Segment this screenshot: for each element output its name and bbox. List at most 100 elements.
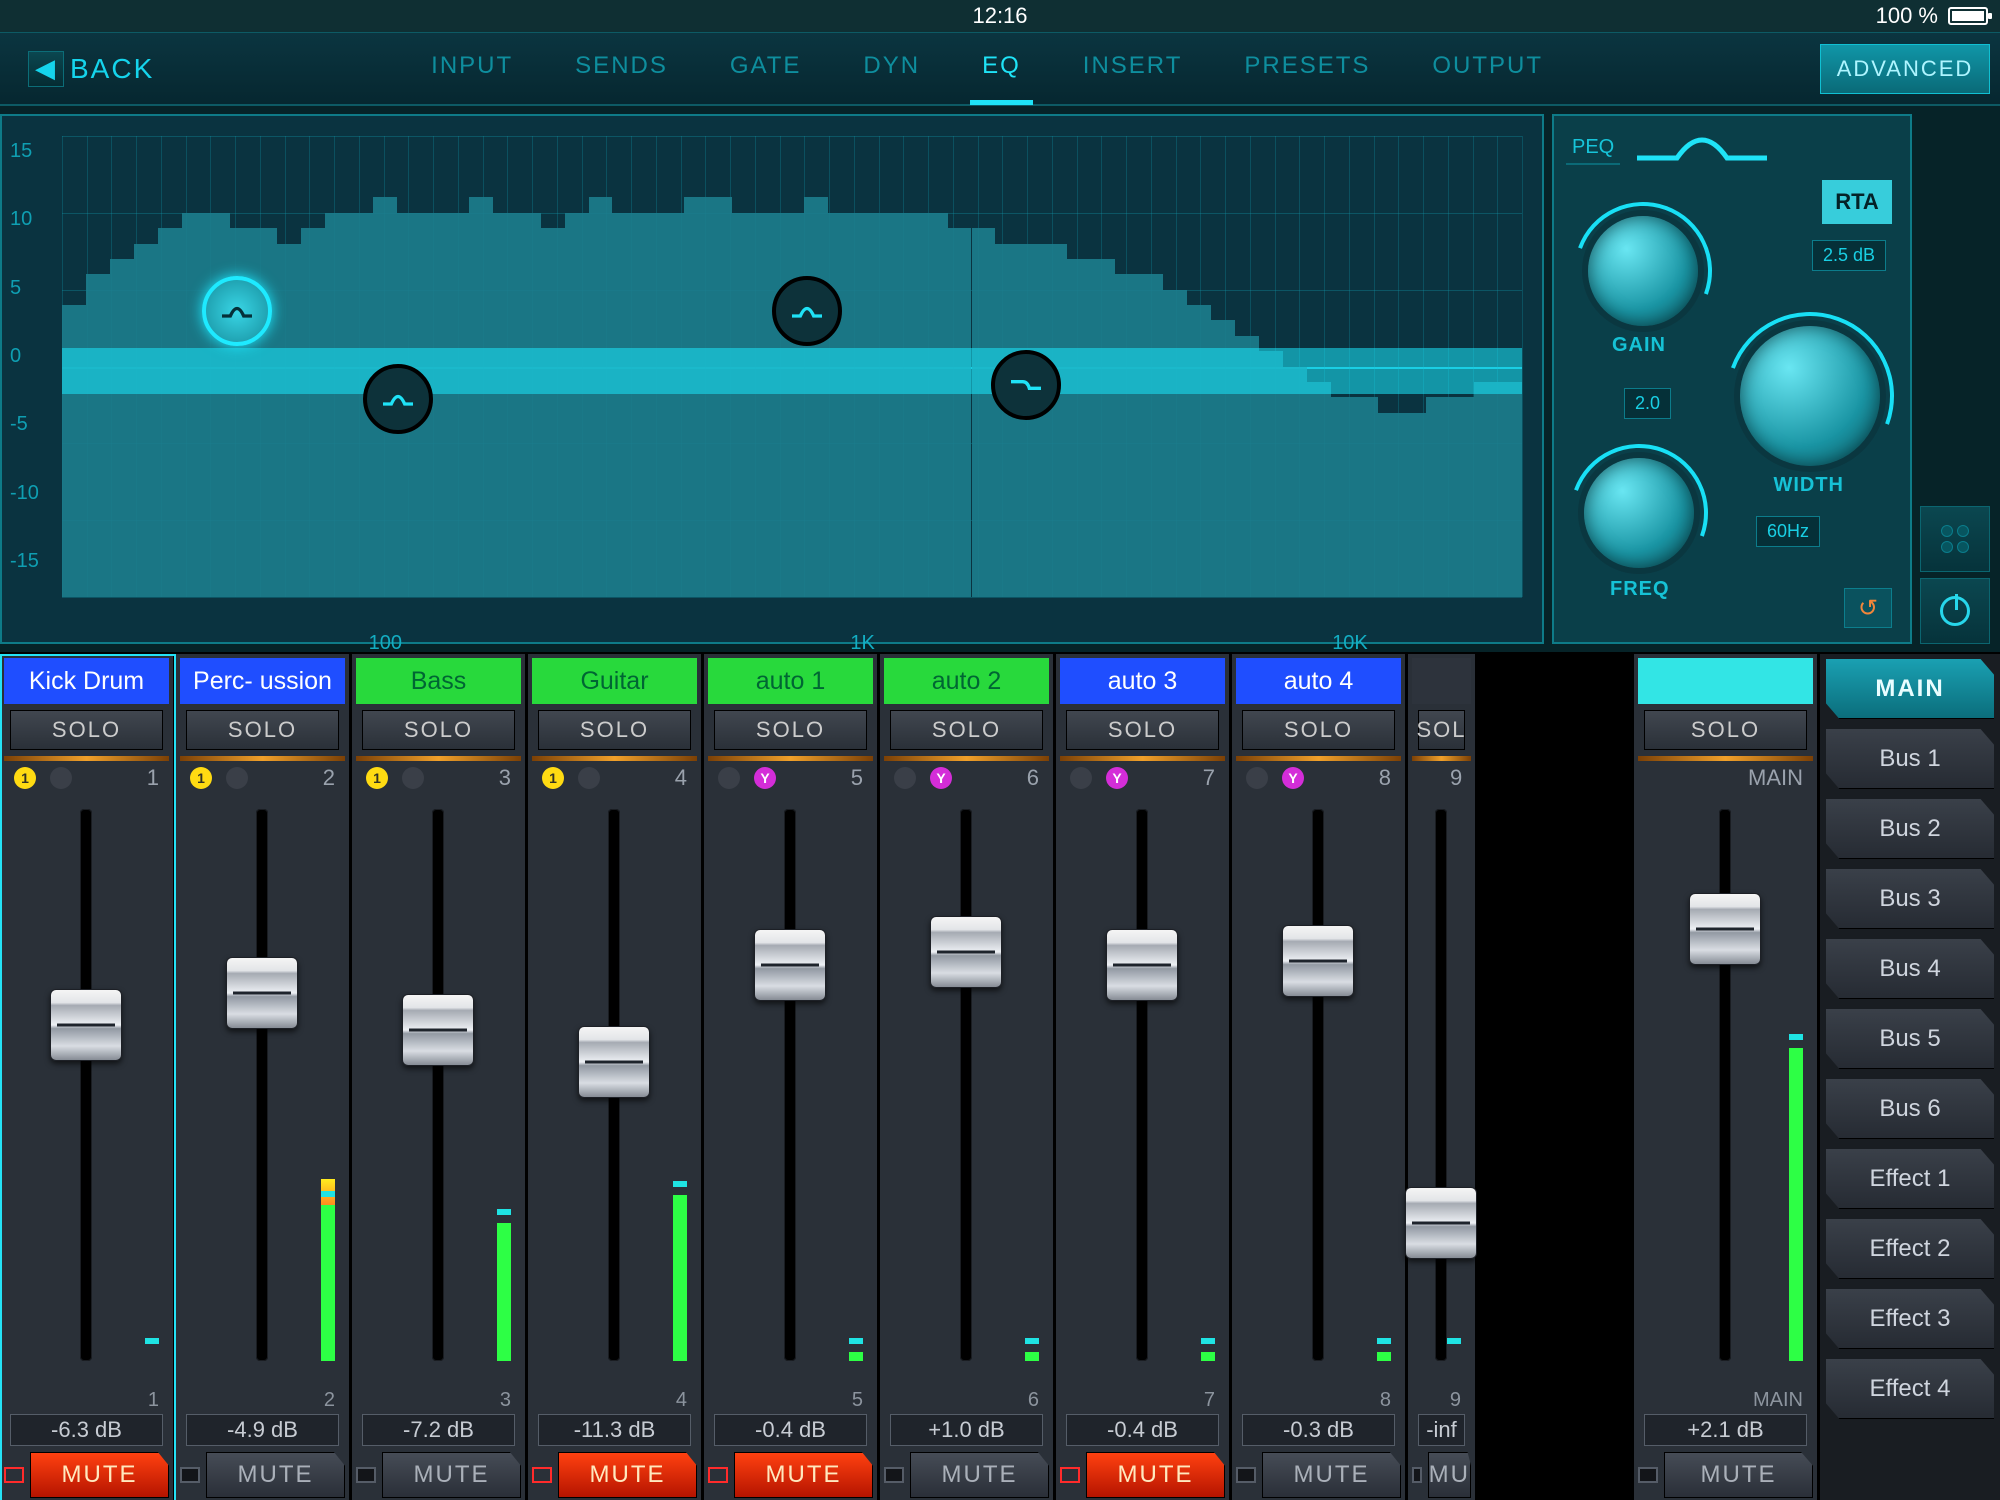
bus-bus-1[interactable]: Bus 1 [1826,729,1994,789]
fader-cap[interactable] [578,1026,650,1098]
mute-button[interactable]: MUTE [910,1452,1049,1498]
fader-cap[interactable] [226,957,298,1029]
fader-cap[interactable] [754,929,826,1001]
eq-power-button[interactable] [1920,578,1990,644]
mute-button[interactable]: MUTE [30,1452,169,1498]
tab-presets[interactable]: PRESETS [1232,32,1382,105]
db-readout[interactable]: -0.4 dB [714,1414,867,1446]
db-readout[interactable]: -0.3 dB [1242,1414,1395,1446]
mute-button[interactable]: MUTE [1086,1452,1225,1498]
bus-bus-6[interactable]: Bus 6 [1826,1079,1994,1139]
db-readout[interactable]: -11.3 dB [538,1414,691,1446]
record-arm[interactable] [708,1467,728,1483]
mute-button[interactable]: MU [1428,1452,1471,1498]
freq-value[interactable]: 60Hz [1756,516,1820,547]
channel-label[interactable]: auto 3 [1060,658,1225,704]
rta-button[interactable]: RTA [1822,180,1892,224]
channel-label[interactable]: Perc- ussion [180,658,345,704]
fader-cap[interactable] [402,994,474,1066]
bus-bus-3[interactable]: Bus 3 [1826,869,1994,929]
fader[interactable] [1436,795,1445,1389]
channel-label[interactable]: auto 2 [884,658,1049,704]
solo-button[interactable]: SOLO [714,710,867,750]
record-arm[interactable] [180,1467,200,1483]
tab-gate[interactable]: GATE [718,32,814,105]
solo-button[interactable]: SOLO [1242,710,1395,750]
reset-button[interactable]: ↺ [1844,588,1892,628]
mute-button[interactable]: MUTE [382,1452,521,1498]
solo-button[interactable]: SOLO [1644,710,1807,750]
bus-bus-5[interactable]: Bus 5 [1826,1009,1994,1069]
channel-label[interactable]: Kick Drum [4,658,169,704]
fader[interactable] [556,795,671,1389]
peq-type-label[interactable]: PEQ [1566,132,1620,165]
bus-main[interactable]: MAIN [1826,659,1994,719]
mute-button[interactable]: MUTE [558,1452,697,1498]
bus-effect-4[interactable]: Effect 4 [1826,1359,1994,1419]
eq-graph[interactable]: 151050-5-10-15 1001K10K [0,114,1544,644]
width-knob[interactable] [1740,326,1880,466]
tab-insert[interactable]: INSERT [1071,32,1195,105]
record-arm[interactable] [884,1467,904,1483]
fader-cap[interactable] [1405,1187,1477,1259]
solo-button[interactable]: SOLO [186,710,339,750]
tab-dyn[interactable]: DYN [851,32,932,105]
eq-node-4[interactable] [991,350,1061,420]
channel-label[interactable]: Guitar [532,658,697,704]
record-arm[interactable] [356,1467,376,1483]
bus-bus-2[interactable]: Bus 2 [1826,799,1994,859]
record-arm[interactable] [1412,1467,1422,1483]
solo-button[interactable]: SOLO [890,710,1043,750]
mute-button[interactable]: MUTE [206,1452,345,1498]
channel-label[interactable] [1412,658,1471,704]
gain-knob[interactable] [1588,216,1698,326]
eq-node-1[interactable] [202,276,272,346]
fader[interactable] [380,795,495,1389]
tab-sends[interactable]: SENDS [563,32,680,105]
back-button[interactable]: ◀ BACK [28,51,154,87]
record-arm[interactable] [532,1467,552,1483]
record-arm[interactable] [1638,1467,1658,1483]
channel-label[interactable]: auto 4 [1236,658,1401,704]
fader-cap[interactable] [50,989,122,1061]
solo-button[interactable]: SOLO [1066,710,1219,750]
record-arm[interactable] [1236,1467,1256,1483]
advanced-button[interactable]: ADVANCED [1820,44,1990,94]
width-value[interactable]: 2.0 [1624,388,1671,419]
db-readout[interactable]: -4.9 dB [186,1414,339,1446]
freq-knob[interactable] [1584,458,1694,568]
eq-node-3[interactable] [772,276,842,346]
tab-eq[interactable]: EQ [970,32,1033,105]
fader[interactable] [908,795,1023,1389]
channel-label[interactable]: Bass [356,658,521,704]
db-readout[interactable]: -7.2 dB [362,1414,515,1446]
fader[interactable] [1260,795,1375,1389]
tab-output[interactable]: OUTPUT [1420,32,1555,105]
mute-button[interactable]: MUTE [734,1452,873,1498]
bus-effect-1[interactable]: Effect 1 [1826,1149,1994,1209]
db-readout[interactable]: +1.0 dB [890,1414,1043,1446]
bus-bus-4[interactable]: Bus 4 [1826,939,1994,999]
channel-label[interactable]: auto 1 [708,658,873,704]
tab-input[interactable]: INPUT [419,32,525,105]
fader[interactable] [204,795,319,1389]
channel-label[interactable] [1638,658,1813,704]
fader-cap[interactable] [930,916,1002,988]
fader[interactable] [1084,795,1199,1389]
solo-button[interactable]: SOLO [362,710,515,750]
mute-button[interactable]: MUTE [1262,1452,1401,1498]
db-readout[interactable]: -6.3 dB [10,1414,163,1446]
solo-button[interactable]: SOLO [538,710,691,750]
gain-value[interactable]: 2.5 dB [1812,240,1886,271]
solo-button[interactable]: SOLO [10,710,163,750]
db-readout[interactable]: +2.1 dB [1644,1414,1807,1446]
record-arm[interactable] [4,1467,24,1483]
fader-cap[interactable] [1689,893,1761,965]
record-arm[interactable] [1060,1467,1080,1483]
fader[interactable] [1662,795,1787,1389]
fader[interactable] [28,795,143,1389]
fader-cap[interactable] [1282,925,1354,997]
fader-cap[interactable] [1106,929,1178,1001]
mute-button[interactable]: MUTE [1664,1452,1813,1498]
db-readout[interactable]: -inf [1418,1414,1465,1446]
